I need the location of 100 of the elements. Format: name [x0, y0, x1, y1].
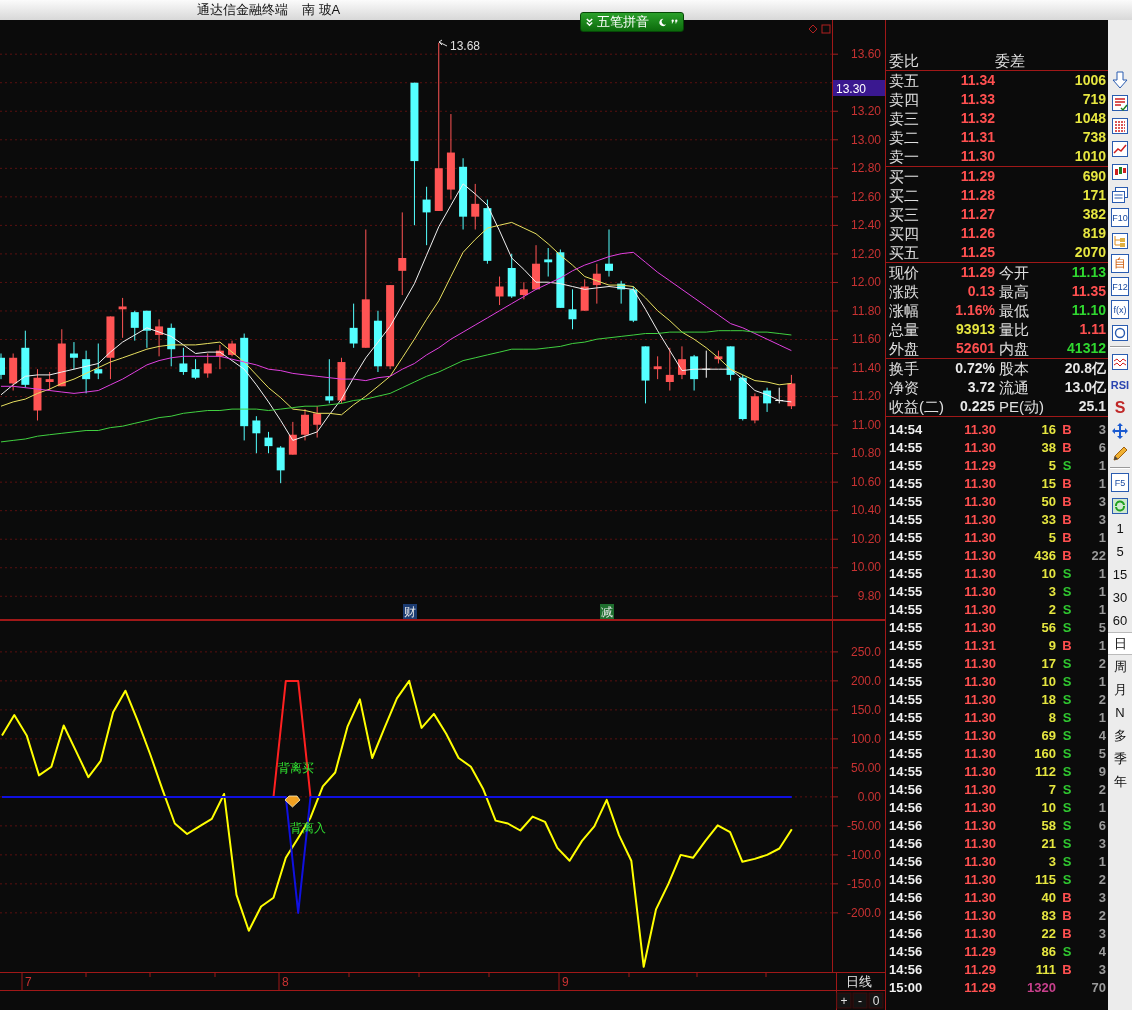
trade-volume: 10 — [1040, 799, 1056, 817]
trade-side: B — [1061, 439, 1073, 457]
trade-time: 14:56 — [889, 835, 924, 853]
bid-level-label: 买三 — [889, 205, 920, 224]
trade-count: 2 — [1097, 691, 1106, 709]
trade-side: S — [1061, 583, 1073, 601]
report-icon — [1111, 93, 1129, 112]
trade-volume: 50 — [1040, 493, 1056, 511]
trade-count: 3 — [1097, 961, 1106, 979]
stat-value: 3.72 — [966, 378, 995, 397]
trade-volume: 5 — [1047, 457, 1056, 475]
diamond-icon[interactable] — [808, 24, 818, 34]
toolbar-button[interactable] — [1109, 68, 1131, 91]
period-button[interactable]: 5 — [1108, 540, 1132, 563]
trade-time: 14:55 — [889, 457, 924, 475]
period-button[interactable]: 日 — [1108, 632, 1132, 655]
period-button[interactable]: 15 — [1108, 563, 1132, 586]
trade-volume: 86 — [1040, 943, 1056, 961]
input-method-bar[interactable]: 五笔拼音 — [580, 12, 684, 32]
indicator-axis-label: 50.00 — [850, 760, 881, 775]
trade-time: 14:56 — [889, 925, 924, 943]
stat-value: 0.225 — [958, 397, 995, 416]
trade-volume: 17 — [1040, 655, 1056, 673]
trade-price: 11.30 — [963, 493, 996, 511]
candlestick — [69, 341, 78, 370]
trade-count: 3 — [1097, 925, 1106, 943]
toolbar-button[interactable]: F5 — [1109, 471, 1131, 494]
period-button[interactable]: 多 — [1108, 724, 1132, 747]
trade-price: 11.30 — [963, 547, 996, 565]
zoom-button[interactable]: - — [852, 992, 868, 1009]
order-ratio-label: 委比 — [889, 51, 920, 70]
stat-label: 总量 — [889, 320, 920, 339]
trade-side: B — [1061, 961, 1073, 979]
candlestick — [325, 358, 334, 404]
period-button[interactable]: 1 — [1108, 517, 1132, 540]
trade-volume: 5 — [1047, 529, 1056, 547]
stat-value: 11.13 — [1070, 263, 1106, 282]
indicator-axis-label: 250.0 — [850, 644, 881, 659]
trade-time: 14:55 — [889, 637, 924, 655]
trade-time: 14:55 — [889, 583, 924, 601]
ask-volume: 1006 — [1073, 71, 1106, 90]
trade-side: S — [1061, 871, 1073, 889]
trade-count: 3 — [1097, 889, 1106, 907]
trade-count: 1 — [1097, 799, 1106, 817]
trade-count: 3 — [1097, 493, 1106, 511]
trade-time: 14:55 — [889, 565, 924, 583]
event-marker[interactable]: 减 — [600, 604, 614, 619]
trade-price: 11.30 — [963, 619, 996, 637]
trade-price: 11.30 — [963, 475, 996, 493]
toolbar-button[interactable]: f(x) — [1109, 298, 1131, 321]
ask-price: 11.32 — [959, 109, 995, 128]
toolbar-button[interactable]: RSI — [1109, 373, 1131, 396]
trade-count: 1 — [1097, 709, 1106, 727]
trade-volume: 436 — [1033, 547, 1056, 565]
period-button[interactable]: 季 — [1108, 747, 1132, 770]
period-button[interactable]: 周 — [1108, 655, 1132, 678]
stat-label: 涨幅 — [889, 301, 920, 320]
trade-side: S — [1061, 817, 1073, 835]
ask-level-label: 卖二 — [889, 128, 920, 147]
bid-volume: 690 — [1081, 167, 1106, 186]
period-button[interactable]: 月 — [1108, 678, 1132, 701]
trade-time: 14:56 — [889, 907, 924, 925]
period-button[interactable]: 30 — [1108, 586, 1132, 609]
stat-label: 收益(二) — [889, 397, 945, 416]
price-axis-label: 13.20 — [850, 104, 881, 119]
stat-value: 93913 — [955, 320, 995, 339]
zoom-button[interactable]: 0 — [868, 992, 884, 1009]
period-button[interactable]: N — [1108, 701, 1132, 724]
candlestick — [179, 347, 188, 376]
ask-volume: 719 — [1081, 90, 1106, 109]
stat-label: PE(动) — [998, 397, 1045, 416]
toolbar-button[interactable]: F12 — [1109, 275, 1131, 298]
period-button[interactable]: 60 — [1108, 609, 1132, 632]
trade-price: 11.30 — [963, 871, 996, 889]
toolbar-button[interactable]: S — [1109, 396, 1131, 419]
trade-count: 1 — [1097, 565, 1106, 583]
period-button[interactable]: 年 — [1108, 770, 1132, 793]
candlestick — [653, 355, 662, 380]
trade-side: S — [1061, 619, 1073, 637]
bid-price: 11.27 — [959, 205, 995, 224]
price-axis-label: 11.00 — [851, 417, 881, 432]
trade-side: B — [1061, 493, 1073, 511]
toolbar-button[interactable]: 自 — [1109, 252, 1131, 275]
event-marker[interactable]: 财 — [403, 604, 417, 619]
candlestick — [264, 431, 273, 454]
trade-time: 14:56 — [889, 853, 924, 871]
price-axis-label: 10.40 — [850, 503, 881, 518]
price-axis-label: 10.20 — [850, 531, 881, 546]
stat-label: 最低 — [998, 301, 1030, 320]
trade-side: S — [1061, 727, 1073, 745]
ask-price: 11.31 — [959, 128, 995, 147]
trade-count: 70 — [1090, 979, 1106, 997]
toolbar-button[interactable]: F10 — [1109, 206, 1131, 229]
zoom-button[interactable]: + — [836, 992, 852, 1009]
trade-time: 14:56 — [889, 961, 924, 979]
trade-time: 14:56 — [889, 871, 924, 889]
indicator-axis-label: 200.0 — [850, 673, 881, 688]
price-axis-label: 10.60 — [850, 474, 881, 489]
candlestick — [301, 408, 309, 441]
candlestick — [495, 276, 504, 306]
